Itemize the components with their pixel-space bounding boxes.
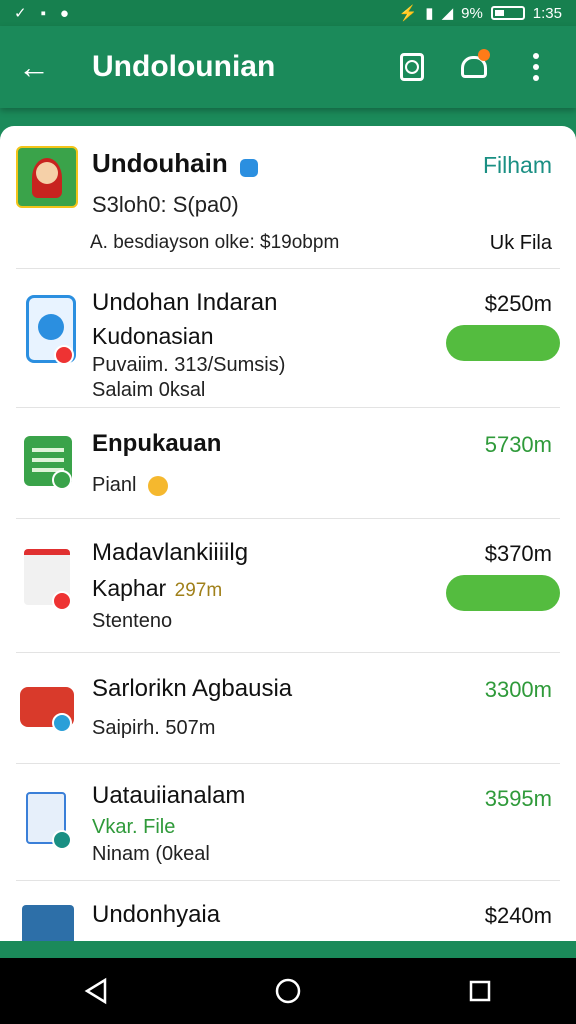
kebab-icon [533,53,539,81]
item-subtitle: Vkar. File [92,816,176,838]
page-title: Undolounian [92,50,276,83]
verified-icon [240,158,259,177]
scan-icon [400,53,424,81]
content-card: Undouhain S3loh0: S(pa0) A. besdiayson o… [0,126,576,941]
system-nav-bar [0,958,576,1024]
item-amount: $240m [484,903,552,928]
list-item[interactable]: Undonhyaia $240m [16,881,560,941]
list-item[interactable]: Uatauiianalam Vkar. File Ninam (0keal 35… [16,764,560,881]
signal-chevron-icon: ✓ [14,5,27,22]
item-title: Sarlorikn Agbausia [92,675,293,702]
action-pill-button[interactable] [446,575,560,611]
profile-name: Undouhain [92,148,228,178]
signal-icon: ◢ [441,5,454,22]
bottom-strip [0,941,576,958]
notification-badge [478,49,490,61]
avatar [16,146,78,208]
profile-action-link[interactable]: Filham [483,152,552,179]
nav-recents-button[interactable] [460,971,500,1011]
app-bar: ← Undolounian [0,26,576,108]
item-amount: 5730m [484,432,552,457]
back-arrow-icon[interactable]: ← [18,49,62,86]
check-badge-icon [52,470,72,490]
emoji-icon [148,475,169,496]
action-pill-button[interactable] [446,325,560,361]
check-badge-icon [52,830,72,850]
item-title: Undonhyaia [92,901,221,928]
more-options-button[interactable] [514,45,558,89]
item-title: Madavlankiiiilg [92,539,249,566]
nav-home-button[interactable] [268,971,308,1011]
list-item[interactable]: Sarlorikn Agbausia Saipirh. 507m 3300m [16,653,560,764]
check-badge-icon [52,591,72,611]
landscape-app-icon [22,905,74,941]
scan-button[interactable] [390,45,434,89]
item-amount: 3300m [484,677,552,702]
item-title: Undohan Indaran [92,289,278,316]
item-amount: 3595m [484,786,552,811]
status-bar: ✓ ▪ ● ⚡ ▮ ◢ 9% 1:35 [0,0,576,26]
item-amount: $250m [484,291,552,316]
item-subtitle: Pianl [92,474,137,496]
profile-detail: A. besdiayson olke: $19obpm [90,232,340,253]
item-subtitle-value: 297m [174,580,223,601]
item-subtitle: Kaphar [92,575,167,601]
item-subtitle: Kudonasian [92,323,214,349]
battery-percent: 9% [461,4,483,22]
notification-icon: ▪ [40,4,46,22]
item-detail: Puvaiim. 313/Sumsis) [92,354,286,376]
list-item[interactable]: Madavlankiiiilg Kaphar 297m Stenteno $37… [16,519,560,653]
item-amount: $370m [484,541,552,566]
triangle-back-icon [84,977,107,1005]
profile-handle: S3loh0: S(pa0) [92,192,239,217]
profile-row[interactable]: Undouhain S3loh0: S(pa0) A. besdiayson o… [16,126,560,269]
list-item[interactable]: Undohan Indaran Kudonasian Puvaiim. 313/… [16,269,560,408]
item-subtitle: Saipirh. 507m [92,717,216,739]
sim-icon: ▮ [425,5,434,22]
notifications-button[interactable] [452,45,496,89]
chat-notification-icon: ● [59,4,69,22]
profile-meta: Uk Fila [489,232,552,254]
status-badge-icon [54,345,74,365]
clock: 1:35 [532,4,562,22]
item-detail: Ninam (0keal [92,843,210,865]
circle-home-icon [275,978,301,1004]
item-detail-2: Salaim 0ksal [92,379,206,401]
item-title: Enpukauan [92,430,222,457]
nav-back-button[interactable] [76,971,116,1011]
square-recents-icon [469,980,491,1002]
wifi-icon: ⚡ [398,5,418,22]
check-badge-icon [52,713,72,733]
battery-icon [490,6,525,20]
item-detail: Stenteno [92,610,173,632]
list-item[interactable]: Enpukauan Pianl 5730m [16,408,560,519]
item-title: Uatauiianalam [92,782,246,809]
